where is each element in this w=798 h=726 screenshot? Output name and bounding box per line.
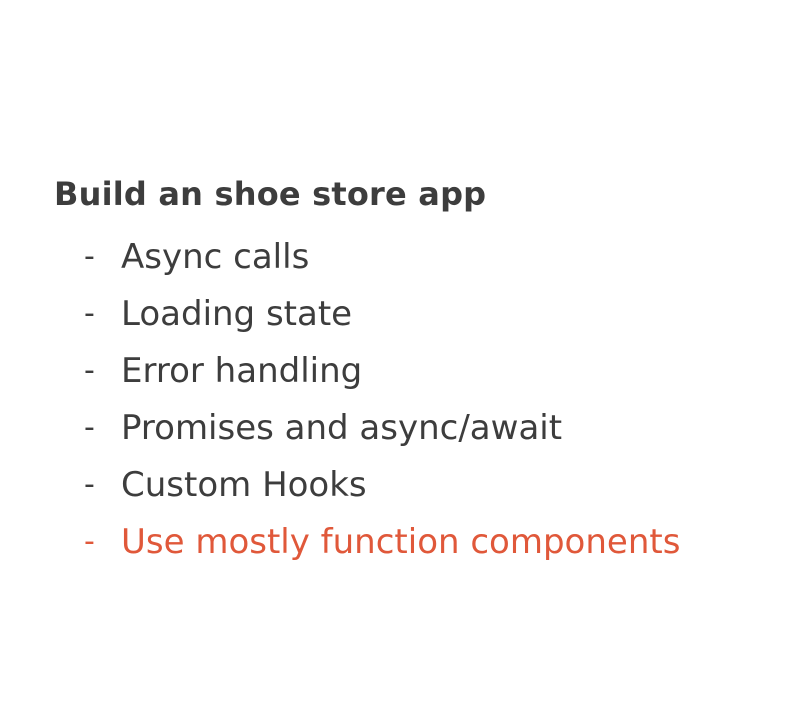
bullet-dash: - [84, 466, 95, 502]
bullet-dash: - [84, 409, 95, 445]
bullet-item-function-components: - Use mostly function components [84, 513, 680, 570]
bullet-text: Async calls [121, 236, 310, 277]
bullet-dash: - [84, 352, 95, 388]
bullet-text: Loading state [121, 293, 353, 334]
bullet-item-error-handling: - Error handling [84, 342, 680, 399]
bullet-item-promises: - Promises and async/await [84, 399, 680, 456]
bullet-dash: - [84, 295, 95, 331]
bullet-list: - Async calls - Loading state - Error ha… [84, 228, 680, 570]
bullet-text: Promises and async/await [121, 407, 563, 448]
bullet-text: Error handling [121, 350, 363, 391]
bullet-item-async-calls: - Async calls [84, 228, 680, 285]
bullet-dash: - [84, 238, 95, 274]
bullet-text: Custom Hooks [121, 464, 367, 505]
slide: Build an shoe store app - Async calls - … [0, 0, 798, 726]
bullet-item-loading-state: - Loading state [84, 285, 680, 342]
bullet-text: Use mostly function components [121, 521, 681, 562]
bullet-item-custom-hooks: - Custom Hooks [84, 456, 680, 513]
slide-heading: Build an shoe store app [54, 175, 487, 213]
bullet-dash: - [84, 523, 95, 559]
